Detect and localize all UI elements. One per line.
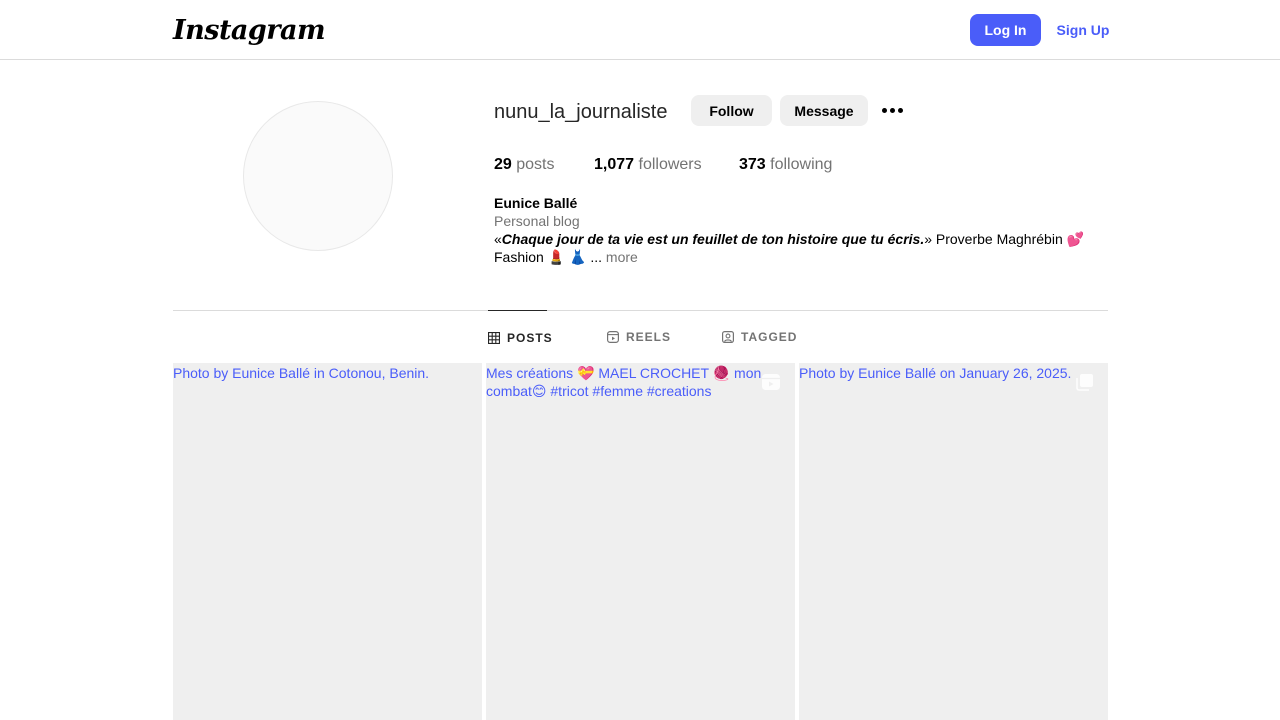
post-alt-text: Photo by Eunice Ballé on January 26, 202… [799,365,1072,381]
bio-line-1: «Chaque jour de ta vie est un feuillet d… [494,231,1084,248]
reels-icon [607,331,619,343]
bio-more-link[interactable]: more [606,249,638,265]
posts-count: 29 posts [494,155,555,175]
tagged-icon [722,331,734,343]
bio-line-2-text: Fashion 💄 👗 ... [494,249,603,265]
top-nav-bar: Instagram Log In Sign Up [0,0,1280,60]
tab-reels[interactable]: REELS [607,311,671,363]
post-alt-text: Photo by Eunice Ballé in Cotonou, Benin. [173,365,430,381]
tab-tagged-label: TAGGED [741,330,798,344]
more-options-icon[interactable] [878,95,906,126]
post-tile[interactable]: Mes créations 💝 MAEL CROCHET 🧶 mon comba… [486,363,795,720]
bio-line-2: Fashion 💄 👗 ... more [494,249,638,266]
tab-tagged[interactable]: TAGGED [722,311,797,363]
tab-posts[interactable]: POSTS [488,310,552,364]
log-in-button[interactable]: Log In [970,14,1041,46]
reel-icon [761,373,781,396]
post-tile[interactable]: Photo by Eunice Ballé on January 26, 202… [799,363,1108,720]
follow-button[interactable]: Follow [691,95,772,126]
instagram-logo[interactable]: Instagram [173,12,326,50]
following-link[interactable]: 373 following [739,155,832,175]
bio-open-quote: « [494,231,502,247]
posts-count-value: 29 [494,156,512,173]
tab-posts-label: POSTS [507,330,553,345]
sign-up-link[interactable]: Sign Up [1051,14,1115,46]
followers-link[interactable]: 1,077 followers [594,155,702,175]
posts-count-label: posts [516,156,555,173]
bio-attribution: » Proverbe Maghrébin 💕 [924,231,1085,247]
post-tile[interactable]: Photo by Eunice Ballé in Cotonou, Benin. [173,363,482,720]
bio-quote: Chaque jour de ta vie est un feuillet de… [501,231,925,247]
tab-reels-label: REELS [626,330,672,344]
followers-label: followers [638,156,702,173]
profile-category: Personal blog [494,213,580,229]
profile-full-name: Eunice Ballé [494,195,578,211]
followers-count-value: 1,077 [594,156,635,173]
grid-icon [488,331,500,344]
carousel-icon [1076,373,1094,396]
profile-avatar[interactable] [243,101,393,251]
following-count-value: 373 [739,156,766,173]
post-alt-text: Mes créations 💝 MAEL CROCHET 🧶 mon comba… [486,365,762,399]
profile-username: nunu_la_journaliste [494,101,668,123]
following-label: following [770,156,833,173]
message-button[interactable]: Message [780,95,868,126]
